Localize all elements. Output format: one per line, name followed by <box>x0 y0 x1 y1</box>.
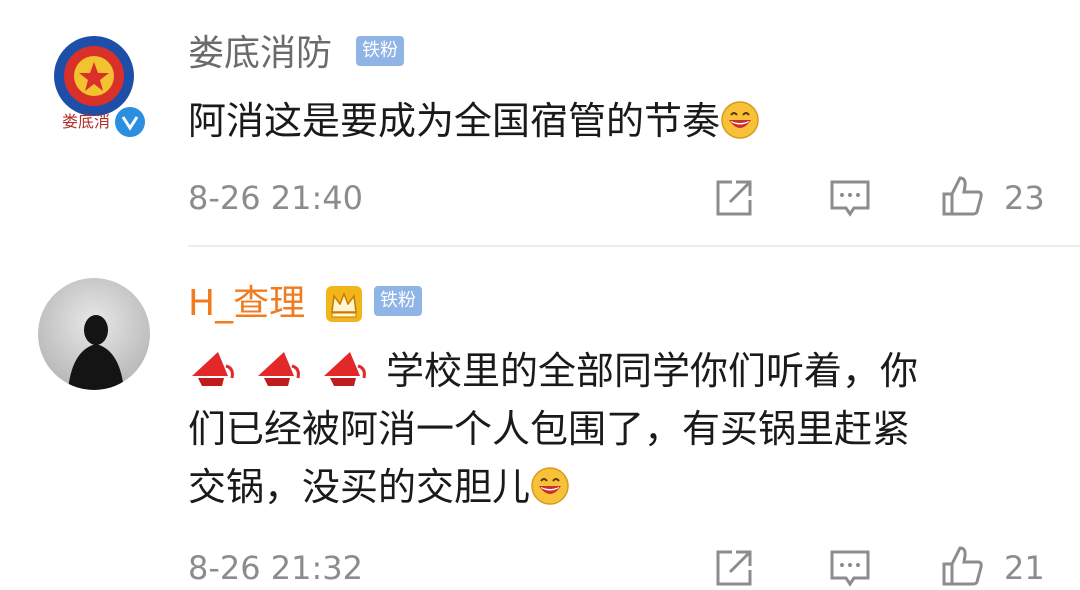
avatar[interactable] <box>38 278 150 390</box>
comment-line-3: 交锅，没买的交胆儿 <box>188 465 531 509</box>
like-icon[interactable] <box>940 544 984 588</box>
comment-line: 学校里的全部同学你们听着，你 <box>188 342 1048 400</box>
comment-text: 学校里的全部同学你们听着，你 们已经被阿消一个人包围了，有买锅里赶紧 交锅，没买… <box>188 342 1048 516</box>
comment-body: 阿消这是要成为全国宿管的节奏 <box>188 99 721 143</box>
verified-check-icon <box>121 116 139 131</box>
fan-badge: 铁粉 <box>374 286 422 316</box>
share-icon[interactable] <box>712 546 756 590</box>
verified-badge <box>112 104 148 140</box>
like-icon[interactable] <box>940 174 984 218</box>
megaphone-icon <box>258 352 300 386</box>
silhouette-avatar-image <box>38 278 150 390</box>
timestamp: 8-26 21:40 <box>188 179 364 217</box>
comment-text: 阿消这是要成为全国宿管的节奏 <box>188 92 760 150</box>
comment-icon[interactable] <box>828 176 872 220</box>
laugh-emoji-icon <box>721 101 759 139</box>
timestamp: 8-26 21:32 <box>188 549 364 587</box>
username[interactable]: 娄底消防 <box>188 32 332 76</box>
share-icon[interactable] <box>712 176 756 220</box>
comment-item: H_查理 铁粉 学校里的全部同学你们听着，你 们已经被阿消一个人包围了，有买锅里… <box>0 246 1080 587</box>
comment-line-2: 们已经被阿消一个人包围了，有买锅里赶紧 <box>188 407 911 451</box>
laugh-emoji-icon <box>531 467 569 505</box>
like-count: 21 <box>1004 549 1045 587</box>
megaphone-icon <box>192 352 234 386</box>
comment-line: 交锅，没买的交胆儿 <box>188 458 1048 516</box>
comment-line-1: 学校里的全部同学你们听着，你 <box>386 349 919 393</box>
username[interactable]: H_查理 <box>188 282 305 326</box>
megaphone-icon <box>324 352 366 386</box>
fan-badge: 铁粉 <box>356 36 404 66</box>
avatar-caption: 娄底消 <box>62 112 111 131</box>
comment-item: 娄底消 娄底消防 铁粉 阿消这是要成为全国宿管的节奏 8-26 21:40 23 <box>0 0 1080 245</box>
like-count: 23 <box>1004 179 1045 217</box>
comment-icon[interactable] <box>828 546 872 590</box>
vip-crown-icon <box>326 286 362 322</box>
